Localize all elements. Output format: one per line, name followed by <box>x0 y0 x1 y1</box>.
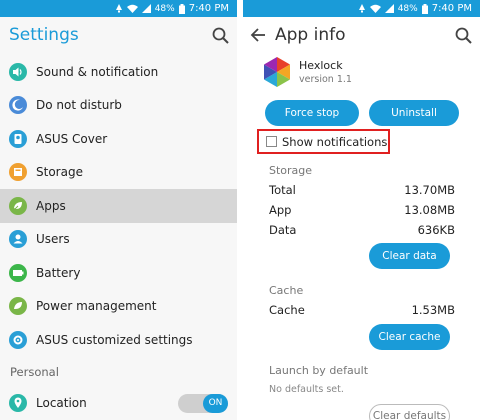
asus-settings-icon <box>9 330 27 349</box>
row-value: 1.53MB <box>411 303 455 317</box>
row-value: 13.08MB <box>404 203 455 217</box>
settings-item-users[interactable]: Users <box>0 223 237 257</box>
uninstall-button[interactable]: Uninstall <box>369 100 459 126</box>
signal-icon <box>141 4 151 13</box>
settings-item-label: ASUS Cover <box>36 131 108 146</box>
show-notifications-label: Show notifications <box>282 134 388 149</box>
settings-item-label: Apps <box>36 198 66 213</box>
show-notifications-highlight: Show notifications <box>257 129 390 154</box>
settings-list: Sound & notification Do not disturb ASUS… <box>0 55 237 420</box>
wifi-icon <box>126 4 138 13</box>
row-label: Total <box>269 183 296 197</box>
apps-icon <box>9 196 27 215</box>
storage-row-app: App 13.08MB <box>269 203 455 217</box>
wifi-icon <box>369 4 381 13</box>
notification-icon <box>115 4 123 13</box>
settings-screen: 48% 7:40 PM Settings Sound & notificatio… <box>0 0 237 420</box>
app-name: Hexlock <box>299 59 343 72</box>
storage-icon <box>9 163 27 182</box>
force-stop-button[interactable]: Force stop <box>265 100 359 126</box>
notification-icon <box>358 4 366 13</box>
status-time: 7:40 PM <box>188 3 229 14</box>
settings-item-sound[interactable]: Sound & notification <box>0 55 237 89</box>
row-label: Cache <box>269 303 305 317</box>
settings-item-label: Do not disturb <box>36 98 122 113</box>
section-header-personal: Personal <box>10 364 59 379</box>
settings-item-label: ASUS customized settings <box>36 332 193 347</box>
battery-percent: 48% <box>154 3 175 14</box>
settings-item-do-not-disturb[interactable]: Do not disturb <box>0 89 237 123</box>
row-value: 636KB <box>417 223 455 237</box>
cache-row: Cache 1.53MB <box>269 303 455 317</box>
battery-status-icon <box>421 3 428 14</box>
app-version: version 1.1 <box>299 74 352 85</box>
app-header: Hexlock version 1.1 <box>261 56 352 88</box>
back-arrow-icon[interactable] <box>250 27 266 47</box>
row-label: App <box>269 203 292 217</box>
power-icon <box>9 297 27 316</box>
storage-row-total: Total 13.70MB <box>269 183 455 197</box>
settings-item-apps[interactable]: Apps <box>0 189 237 223</box>
settings-item-label: Power management <box>36 299 157 314</box>
app-info-header: App info <box>243 17 480 55</box>
row-label: Data <box>269 223 297 237</box>
status-bar: 48% 7:40 PM <box>243 0 480 17</box>
settings-item-label: Storage <box>36 165 83 180</box>
settings-item-storage[interactable]: Storage <box>0 156 237 190</box>
volume-icon <box>9 62 27 81</box>
settings-item-label: Battery <box>36 265 81 280</box>
search-icon[interactable] <box>455 27 472 48</box>
signal-icon <box>384 4 394 13</box>
moon-icon <box>9 96 27 115</box>
location-icon <box>9 394 27 413</box>
settings-item-power-management[interactable]: Power management <box>0 290 237 324</box>
settings-item-label: Location <box>36 396 87 411</box>
launch-default-section-header: Launch by default <box>269 364 369 377</box>
page-title: App info <box>275 25 346 45</box>
settings-item-label: Sound & notification <box>36 64 159 79</box>
settings-item-asus-customized[interactable]: ASUS customized settings <box>0 323 237 357</box>
show-notifications-checkbox[interactable] <box>266 136 277 147</box>
clear-cache-button[interactable]: Clear cache <box>369 324 450 350</box>
toggle-state: ON <box>203 393 228 413</box>
settings-item-asus-cover[interactable]: ASUS Cover <box>0 122 237 156</box>
settings-item-battery[interactable]: Battery <box>0 256 237 290</box>
clear-defaults-button[interactable]: Clear defaults <box>369 404 450 420</box>
status-bar: 48% 7:40 PM <box>0 0 237 17</box>
users-icon <box>9 230 27 249</box>
location-toggle[interactable]: ON <box>178 393 228 413</box>
clear-data-button[interactable]: Clear data <box>369 243 450 269</box>
no-defaults-note: No defaults set. <box>269 384 344 395</box>
storage-section-header: Storage <box>269 164 313 177</box>
settings-item-location[interactable]: Location ON <box>0 387 237 420</box>
cache-section-header: Cache <box>269 284 304 297</box>
cover-icon <box>9 129 27 148</box>
settings-header: Settings <box>0 17 237 55</box>
search-icon[interactable] <box>212 27 229 48</box>
row-value: 13.70MB <box>404 183 455 197</box>
hexlock-logo-icon <box>264 57 290 87</box>
status-time: 7:40 PM <box>431 3 472 14</box>
page-title: Settings <box>9 25 79 45</box>
battery-percent: 48% <box>397 3 418 14</box>
storage-row-data: Data 636KB <box>269 223 455 237</box>
battery-icon <box>9 263 27 282</box>
app-info-screen: 48% 7:40 PM App info Hexlock version 1.1 <box>243 0 480 420</box>
settings-item-label: Users <box>36 232 70 247</box>
battery-status-icon <box>178 3 185 14</box>
